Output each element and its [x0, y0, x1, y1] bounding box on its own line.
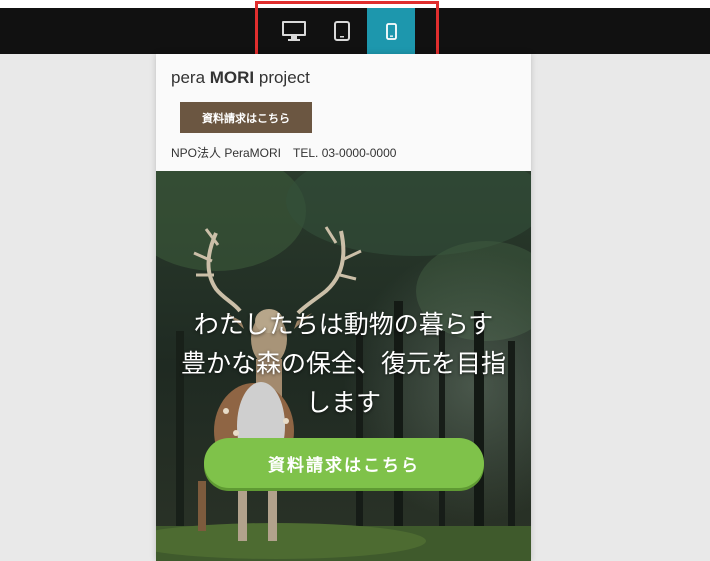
- hero-heading-line-2: 豊かな森の保全、復元を目指: [180, 349, 506, 378]
- preview-toolbar: [0, 8, 710, 54]
- contact-info: NPO法人 PeraMORI TEL. 03-0000-0000: [171, 144, 396, 161]
- top-margin: [0, 0, 710, 8]
- hero-section: わたしたちは動物の暮らす 豊かな森の保全、復元を目指 します 資料請求はこちら: [156, 171, 531, 561]
- header-request-button[interactable]: 資料請求はこちら: [180, 102, 312, 133]
- desktop-icon: [282, 21, 306, 41]
- org-name: NPO法人 PeraMORI: [171, 146, 282, 160]
- tablet-preview-button[interactable]: [318, 8, 366, 54]
- mobile-icon: [385, 22, 397, 40]
- site-title-suffix: project: [254, 68, 310, 87]
- tablet-icon: [334, 21, 350, 41]
- hero-request-button[interactable]: 資料請求はこちら: [204, 438, 484, 488]
- desktop-preview-button[interactable]: [270, 8, 318, 54]
- site-title-brand: MORI: [209, 68, 255, 87]
- hero-heading: わたしたちは動物の暮らす 豊かな森の保全、復元を目指 します: [156, 305, 531, 422]
- hero-heading-line-1: わたしたちは動物の暮らす: [193, 310, 494, 339]
- site-title[interactable]: pera MORI project: [171, 68, 310, 88]
- phone-number: TEL. 03-0000-0000: [293, 146, 397, 160]
- site-title-prefix: pera: [171, 68, 210, 87]
- mobile-preview-frame: pera MORI project 資料請求はこちら NPO法人 PeraMOR…: [156, 54, 531, 561]
- hero-heading-line-3: します: [305, 388, 381, 417]
- mobile-preview-button[interactable]: [367, 8, 415, 54]
